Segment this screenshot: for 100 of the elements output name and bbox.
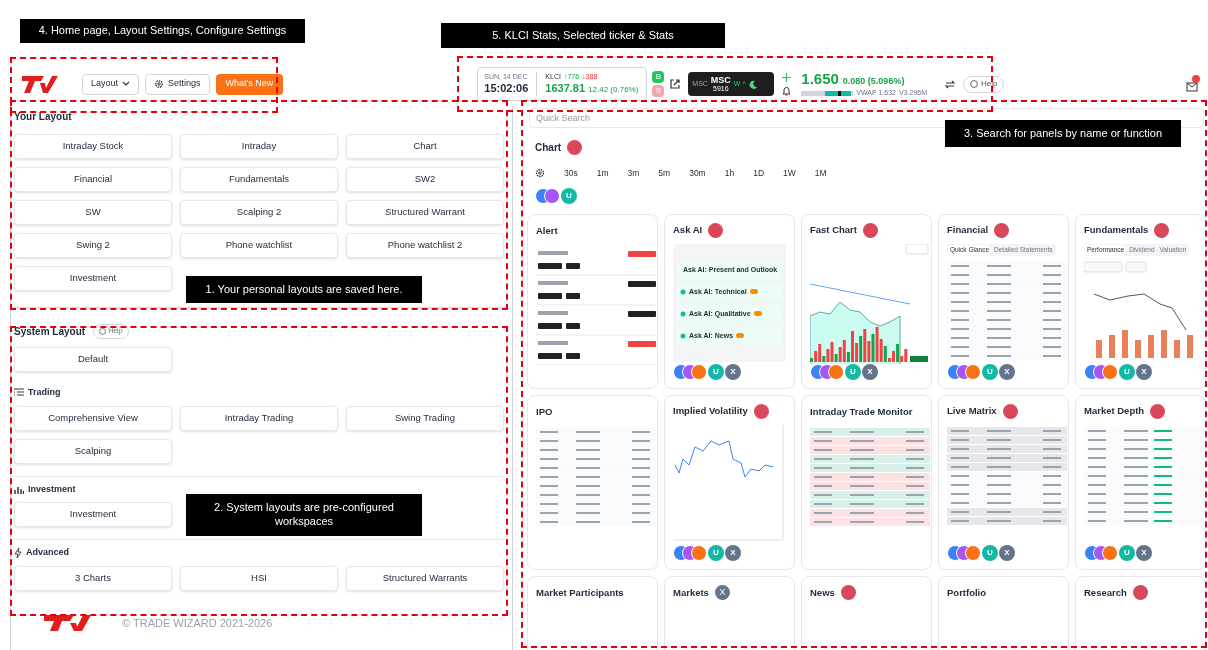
panel-card[interactable]: Markets X xyxy=(664,575,795,650)
layout-button[interactable]: Phone watchlist 2 xyxy=(346,233,504,258)
avatar[interactable]: X xyxy=(1136,544,1152,561)
layout-button[interactable]: Financial xyxy=(14,167,172,192)
layout-button[interactable]: Intraday Stock xyxy=(14,134,172,159)
layout-button[interactable]: HSI xyxy=(180,565,338,591)
avatar[interactable]: X xyxy=(999,363,1015,380)
avatar[interactable]: X xyxy=(999,544,1015,561)
price-change: 0.080 (5.096%) xyxy=(842,76,905,88)
panel-title: IPO xyxy=(536,404,553,419)
annotation-tooltip: 2. System layouts are pre-configured workspaces xyxy=(186,494,422,536)
avatar-group-icon[interactable] xyxy=(1084,544,1118,561)
group-title: Advanced xyxy=(26,546,69,559)
list-icon xyxy=(14,388,24,398)
avatar[interactable]: X xyxy=(725,363,741,380)
layout-button[interactable]: Intraday Trading xyxy=(180,405,338,431)
annotation-tooltip: 5. KLCI Stats, Selected ticker & Stats xyxy=(441,23,725,48)
layout-button[interactable]: SW xyxy=(14,200,172,225)
avatar-group-icon[interactable] xyxy=(947,363,981,380)
avatar[interactable]: X xyxy=(1136,363,1152,380)
panel-card[interactable]: Research xyxy=(1075,575,1206,650)
interval-button[interactable]: 1m xyxy=(596,167,609,180)
avatar[interactable]: X xyxy=(725,544,741,561)
avatar-group-icon[interactable] xyxy=(535,187,560,204)
panel-card[interactable]: Alert xyxy=(527,213,658,389)
layout-button[interactable]: Structured Warrant xyxy=(346,200,504,225)
layout-button[interactable]: Intraday xyxy=(180,134,338,159)
layout-button[interactable]: Scalping xyxy=(14,438,172,464)
layout-button[interactable]: Default xyxy=(14,347,172,372)
interval-button[interactable]: 1h xyxy=(724,167,735,180)
copyright-text: © TRADE WIZARD 2021-2026 xyxy=(122,615,273,631)
ticker-name: MSC xyxy=(710,76,731,85)
panel-card[interactable]: Fast Chart U X xyxy=(801,213,932,389)
layout-button[interactable]: 3 Charts xyxy=(14,565,172,591)
panel-title: Financial xyxy=(947,223,989,238)
layout-button[interactable]: Swing Trading xyxy=(346,405,504,431)
layout-button[interactable]: Scalping 2 xyxy=(180,200,338,225)
help-icon xyxy=(970,80,979,88)
avatar-group-icon[interactable] xyxy=(673,363,707,380)
layout-button[interactable]: Comprehensive View xyxy=(14,405,172,431)
external-link-icon[interactable] xyxy=(670,79,681,89)
panel-card[interactable]: Implied Volatility U X xyxy=(664,394,795,570)
annotation-tooltip: 3. Search for panels by name or function xyxy=(945,120,1181,147)
section-title: System Layout xyxy=(14,325,86,339)
close-badge[interactable]: X xyxy=(714,585,730,601)
interval-button[interactable]: 1D xyxy=(753,167,765,180)
bell-icon[interactable] xyxy=(782,85,792,96)
panel-card[interactable]: Intraday Trade Monitor xyxy=(801,394,932,570)
panel-title: Intraday Trade Monitor xyxy=(810,404,913,419)
panel-title: Market Participants xyxy=(536,585,624,600)
panel-title: Research xyxy=(1084,585,1127,600)
settings-button[interactable]: Settings xyxy=(145,73,210,95)
avatar-group-icon[interactable] xyxy=(947,544,981,561)
layout-button[interactable]: Investment xyxy=(14,266,172,291)
panel-title: News xyxy=(810,585,835,600)
layout-button[interactable]: Investment xyxy=(14,502,172,527)
avatar-group-icon[interactable] xyxy=(673,544,707,561)
interval-button[interactable]: 1M xyxy=(814,167,827,180)
last-price: 1.650 xyxy=(801,70,839,89)
avatar-group-icon[interactable] xyxy=(810,363,844,380)
interval-button[interactable]: 1W xyxy=(783,167,796,180)
panel-title: Live Matrix xyxy=(947,404,997,419)
index-change: 12.42 (0.76%) xyxy=(588,84,639,95)
plus-icon[interactable] xyxy=(782,72,792,82)
interval-button[interactable]: 5m xyxy=(658,167,671,180)
interval-button[interactable]: 30s xyxy=(564,167,578,180)
layout-button[interactable]: Structured Warrants xyxy=(346,565,504,591)
gear-icon[interactable] xyxy=(535,168,545,179)
layout-button[interactable]: Swing 2 xyxy=(14,233,172,258)
panel-title: Portfolio xyxy=(947,585,987,600)
group-title: Investment xyxy=(28,482,76,496)
swap-icon[interactable] xyxy=(945,79,956,89)
annotation-tooltip: 1. Your personal layouts are saved here. xyxy=(186,276,422,303)
layout-button[interactable]: Phone watchlist xyxy=(180,233,338,258)
index-value: 1637.81 xyxy=(545,81,586,96)
interval-button[interactable]: 3m xyxy=(627,167,640,180)
panel-card[interactable]: Market Depth U X xyxy=(1075,394,1206,570)
layout-button[interactable]: Chart xyxy=(346,134,504,159)
new-badge xyxy=(736,333,745,339)
logo-icon[interactable] xyxy=(22,74,58,94)
bar-chart-icon xyxy=(14,484,24,494)
panel-card[interactable]: News xyxy=(801,575,932,650)
layout-button[interactable]: Fundamentals xyxy=(180,167,338,192)
gear-icon xyxy=(154,79,165,89)
mail-icon[interactable] xyxy=(1186,75,1200,93)
panel-card[interactable]: Live Matrix U X xyxy=(938,394,1069,570)
new-badge xyxy=(749,289,758,295)
sparkle-icon xyxy=(680,310,686,317)
panel-card[interactable]: IPO xyxy=(527,394,658,570)
group-title: Trading xyxy=(28,386,61,399)
panel-card[interactable]: Market Participants xyxy=(527,575,658,650)
layout-button[interactable]: SW2 xyxy=(346,167,504,192)
layout-dropdown[interactable]: Layout xyxy=(82,73,140,95)
avatar-group-icon[interactable] xyxy=(1084,363,1118,380)
logo-icon xyxy=(44,614,92,631)
panel-card[interactable]: Portfolio xyxy=(938,575,1069,650)
panel-title: Fundamentals xyxy=(1084,223,1149,238)
section-title: Your Layout xyxy=(14,110,73,124)
moon-icon xyxy=(748,79,758,89)
interval-button[interactable]: 30m xyxy=(689,167,706,180)
